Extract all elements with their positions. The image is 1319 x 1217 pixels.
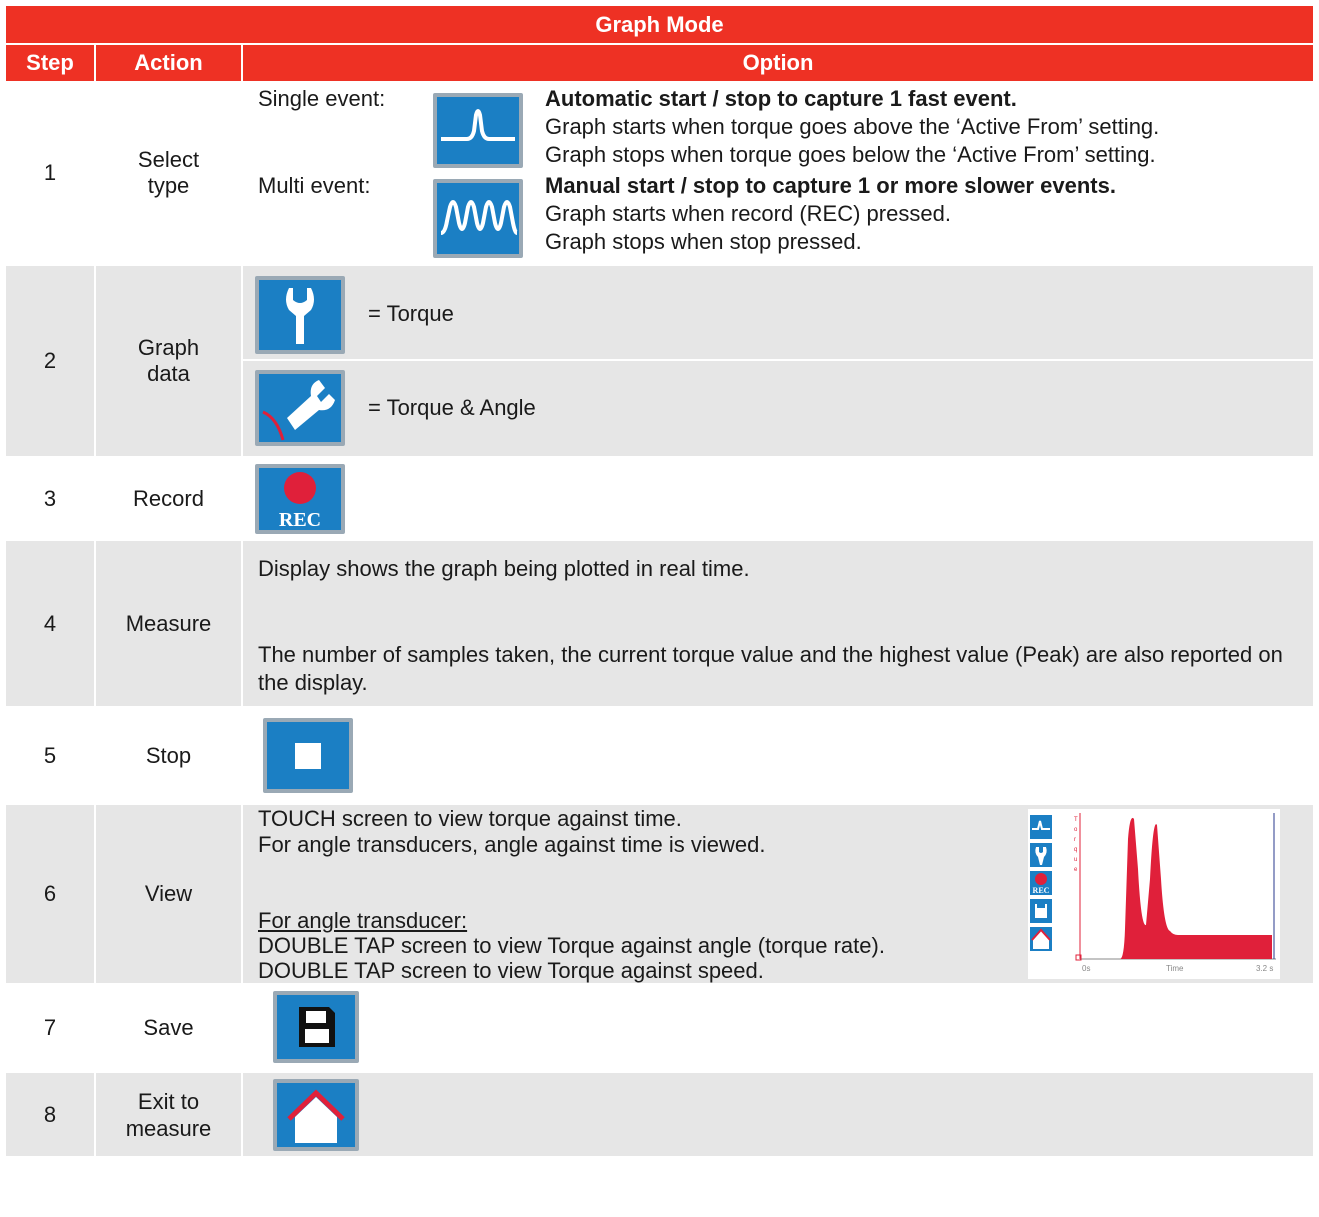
torque-angle-label: = Torque & Angle: [368, 395, 536, 420]
option-cell: [241, 707, 1313, 805]
torque-icon[interactable]: [255, 276, 345, 354]
svg-text:u: u: [1074, 857, 1077, 863]
header-action: Action: [94, 44, 242, 81]
option-cell: REC: [241, 457, 1313, 541]
view-line4: DOUBLE TAP screen to view Torque against…: [258, 933, 885, 958]
multi-event-line1: Graph starts when record (REC) pressed.: [545, 201, 951, 226]
stop-icon[interactable]: [263, 718, 353, 793]
single-event-label: Single event:: [258, 86, 386, 111]
preview-x-start: 0s: [1082, 964, 1090, 973]
multi-event-line2: Graph stops when stop pressed.: [545, 229, 862, 254]
svg-text:o: o: [1074, 827, 1078, 833]
action-label: Graph data: [94, 265, 242, 458]
table-title: Graph Mode: [6, 6, 1313, 45]
measure-line1: Display shows the graph being plotted in…: [258, 556, 750, 581]
step-number: 5: [6, 707, 95, 805]
action-label: Save: [94, 984, 242, 1073]
single-event-icon[interactable]: [433, 93, 523, 168]
table-row: 1 Select type Single event: Automatic st…: [6, 81, 1313, 266]
step-number: 3: [6, 457, 95, 541]
header-option: Option: [241, 44, 1313, 81]
single-event-line2: Graph stops when torque goes below the ‘…: [545, 142, 1156, 167]
option-cell: Display shows the graph being plotted in…: [241, 540, 1313, 708]
measure-line2: The number of samples taken, the current…: [258, 642, 1283, 695]
torque-angle-icon[interactable]: [255, 370, 345, 446]
action-label: Measure: [94, 540, 242, 708]
step-number: 8: [6, 1072, 95, 1158]
header-step: Step: [6, 44, 95, 81]
step-number: 6: [6, 804, 95, 985]
action-label: Record: [94, 457, 242, 541]
option-cell: [241, 984, 1313, 1073]
table-row: 4 Measure Display shows the graph being …: [6, 540, 1313, 708]
table-row: 6 View TOUCH screen to view torque again…: [6, 804, 1313, 985]
preview-x-end: 3.2 s: [1256, 964, 1273, 973]
option-cell: TOUCH screen to view torque against time…: [241, 804, 1313, 985]
multi-event-label: Multi event:: [258, 173, 371, 198]
save-icon[interactable]: [273, 991, 359, 1063]
view-line1: TOUCH screen to view torque against time…: [258, 806, 682, 831]
action-label: Exit to measure: [94, 1072, 242, 1158]
svg-text:r: r: [1074, 837, 1076, 843]
graph-mode-table: Graph Mode Step Action Option 1 Select t…: [6, 6, 1313, 1158]
multi-event-icon[interactable]: [433, 179, 523, 258]
view-line2: For angle transducers, angle against tim…: [258, 832, 766, 857]
step-number: 7: [6, 984, 95, 1073]
preview-x-label: Time: [1166, 964, 1184, 973]
table-row: 8 Exit to measure: [6, 1072, 1313, 1158]
rec-text: REC: [279, 509, 321, 530]
step-number: 4: [6, 540, 95, 708]
home-icon[interactable]: [273, 1079, 359, 1151]
table-row: 3 Record REC: [6, 457, 1313, 541]
step-number: 1: [6, 81, 95, 266]
single-event-title: Automatic start / stop to capture 1 fast…: [545, 86, 1017, 111]
multi-event-title: Manual start / stop to capture 1 or more…: [545, 173, 1116, 198]
view-line3: For angle transducer:: [258, 908, 468, 933]
svg-text:T: T: [1074, 817, 1078, 823]
torque-label: = Torque: [368, 301, 454, 326]
action-label: Select type: [94, 81, 242, 266]
preview-side-icons: REC: [1030, 815, 1052, 951]
svg-text:e: e: [1074, 867, 1078, 873]
graph-screen-preview: REC Tor que 0s Time 3.2 s: [1028, 809, 1280, 979]
table-row: 7 Save: [6, 984, 1313, 1073]
svg-text:q: q: [1074, 847, 1077, 853]
table-row: 2 Graph data = Torque = Torque & Angle: [6, 265, 1313, 458]
option-cell: = Torque = Torque & Angle: [241, 265, 1313, 458]
table-row: 5 Stop: [6, 707, 1313, 805]
view-line5: DOUBLE TAP screen to view Torque against…: [258, 958, 764, 983]
step-number: 2: [6, 265, 95, 458]
record-icon[interactable]: REC: [255, 464, 345, 534]
option-cell: [241, 1072, 1313, 1158]
option-cell: Single event: Automatic start / stop to …: [241, 81, 1313, 266]
action-label: View: [94, 804, 242, 985]
preview-rec-text: REC: [1033, 886, 1050, 895]
action-label: Stop: [94, 707, 242, 805]
single-event-line1: Graph starts when torque goes above the …: [545, 114, 1160, 139]
